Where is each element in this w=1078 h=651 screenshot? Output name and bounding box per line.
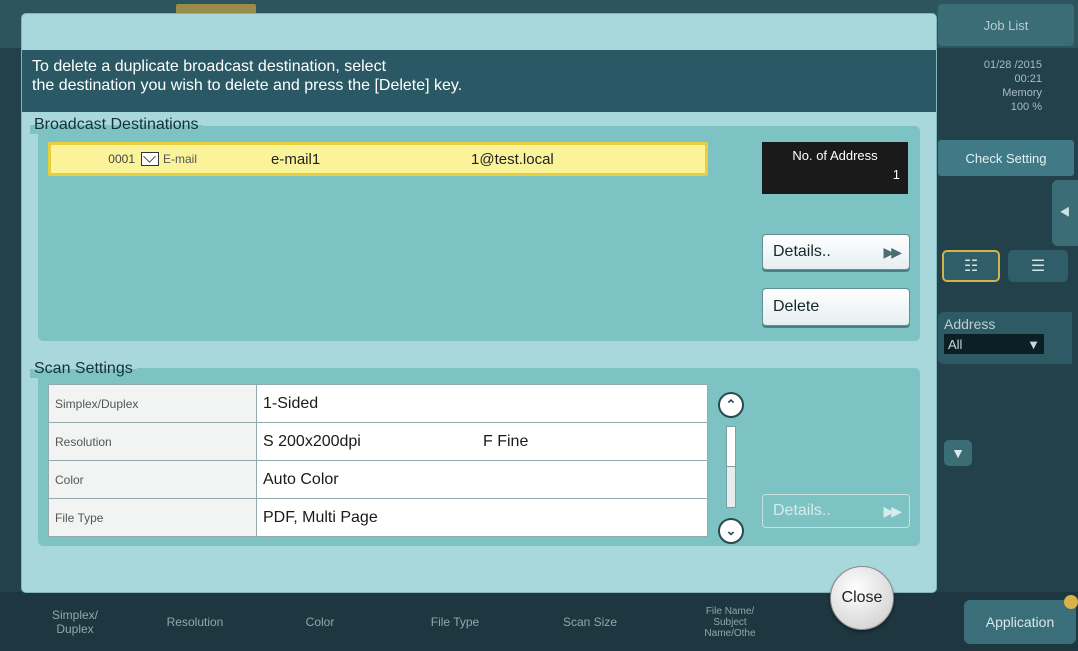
collapse-arrow-icon[interactable]: ⯇ [1052, 180, 1078, 246]
address-count-value: 1 [892, 167, 900, 182]
status-time: 00:21 [1014, 73, 1042, 85]
details-button-label: Details.. [773, 243, 831, 260]
notification-dot [1064, 595, 1078, 609]
setting-label-file-type: File Type [48, 498, 257, 537]
tab-scan-size[interactable]: Scan Size [530, 596, 650, 648]
scroll-down-icon[interactable]: ⌄ [718, 518, 744, 544]
resolution-value: S 200x200dpi [263, 432, 361, 450]
address-count: No. of Address 1 [762, 142, 908, 194]
address-filter[interactable]: Address All ▼ [938, 312, 1072, 364]
check-setting-button[interactable]: Check Setting [938, 140, 1074, 176]
setting-value-color: Auto Color [256, 460, 708, 499]
instruction-message: To delete a duplicate broadcast destinat… [22, 50, 936, 112]
setting-label-resolution: Resolution [48, 422, 257, 461]
delete-destination-dialog: To delete a duplicate broadcast destinat… [22, 14, 936, 592]
scrollbar-thumb[interactable] [727, 427, 735, 467]
destination-type: E-mail [141, 152, 271, 166]
address-count-label: No. of Address [792, 148, 878, 163]
double-arrow-right-icon: ▶▶ [883, 502, 901, 519]
close-button-label: Close [841, 589, 883, 606]
tab-color[interactable]: Color [270, 596, 370, 648]
delete-button-label: Delete [773, 298, 820, 315]
table-row: Color Auto Color [48, 460, 708, 499]
destination-name: e-mail1 [271, 150, 321, 168]
scroll-up-icon[interactable]: ⌃ [718, 392, 744, 418]
scrollbar[interactable] [726, 426, 736, 508]
resolution-quality: F Fine [483, 432, 529, 450]
tab-resolution[interactable]: Resolution [140, 596, 250, 648]
setting-value-simplex-duplex: 1-Sided [256, 384, 708, 423]
destination-type-label: E-mail [163, 152, 198, 166]
destination-row[interactable]: 0001 E-mail e-mail1 1@test.local [48, 142, 708, 176]
table-row: File Type PDF, Multi Page [48, 498, 708, 537]
address-filter-label: Address [944, 316, 996, 332]
setting-label-simplex-duplex: Simplex/Duplex [48, 384, 257, 423]
address-select[interactable]: All ▼ [944, 334, 1044, 354]
scan-details-button[interactable]: Details.. ▶▶ [762, 494, 910, 528]
instruction-line-1: To delete a duplicate broadcast destinat… [32, 58, 387, 75]
setting-value-file-type: PDF, Multi Page [256, 498, 708, 537]
scroll-down-icon[interactable]: ▼ [944, 440, 972, 466]
job-list-button[interactable]: Job List [938, 4, 1074, 46]
status-memory-value: 100 % [1010, 101, 1042, 113]
address-select-value: All [948, 336, 963, 352]
email-icon [141, 152, 159, 166]
broadcast-destinations-title: Broadcast Destinations [30, 116, 203, 134]
close-button[interactable]: Close [830, 566, 894, 630]
application-button[interactable]: Application [964, 600, 1076, 644]
status-panel: 01/28 /2015 00:21 Memory 100 % [938, 54, 1074, 138]
grid-view-icon[interactable]: ☷ [942, 250, 1000, 282]
details-button[interactable]: Details.. ▶▶ [762, 234, 910, 270]
scan-settings-table: Simplex/Duplex 1-Sided Resolution S 200x… [48, 384, 708, 537]
tab-file-name[interactable]: File Name/ Subject Name/Othe [660, 596, 800, 648]
table-row: Resolution S 200x200dpi F Fine [48, 422, 708, 461]
tab-simplex-duplex[interactable]: Simplex/ Duplex [30, 596, 120, 648]
destination-address: 1@test.local [471, 150, 554, 168]
delete-button[interactable]: Delete [762, 288, 910, 326]
table-row: Simplex/Duplex 1-Sided [48, 384, 708, 423]
setting-label-color: Color [48, 460, 257, 499]
setting-value-resolution: S 200x200dpi F Fine [256, 422, 708, 461]
status-memory-label: Memory [1002, 87, 1042, 99]
scan-details-button-label: Details.. [773, 502, 831, 519]
tab-file-type[interactable]: File Type [400, 596, 510, 648]
destination-number: 0001 [108, 152, 135, 166]
list-view-icon[interactable]: ☰ [1008, 250, 1068, 282]
chevron-down-icon: ▼ [1027, 336, 1040, 352]
double-arrow-right-icon: ▶▶ [883, 243, 901, 260]
scan-settings-title: Scan Settings [30, 360, 137, 378]
instruction-line-2: the destination you wish to delete and p… [32, 77, 463, 94]
status-date: 01/28 /2015 [983, 59, 1042, 71]
